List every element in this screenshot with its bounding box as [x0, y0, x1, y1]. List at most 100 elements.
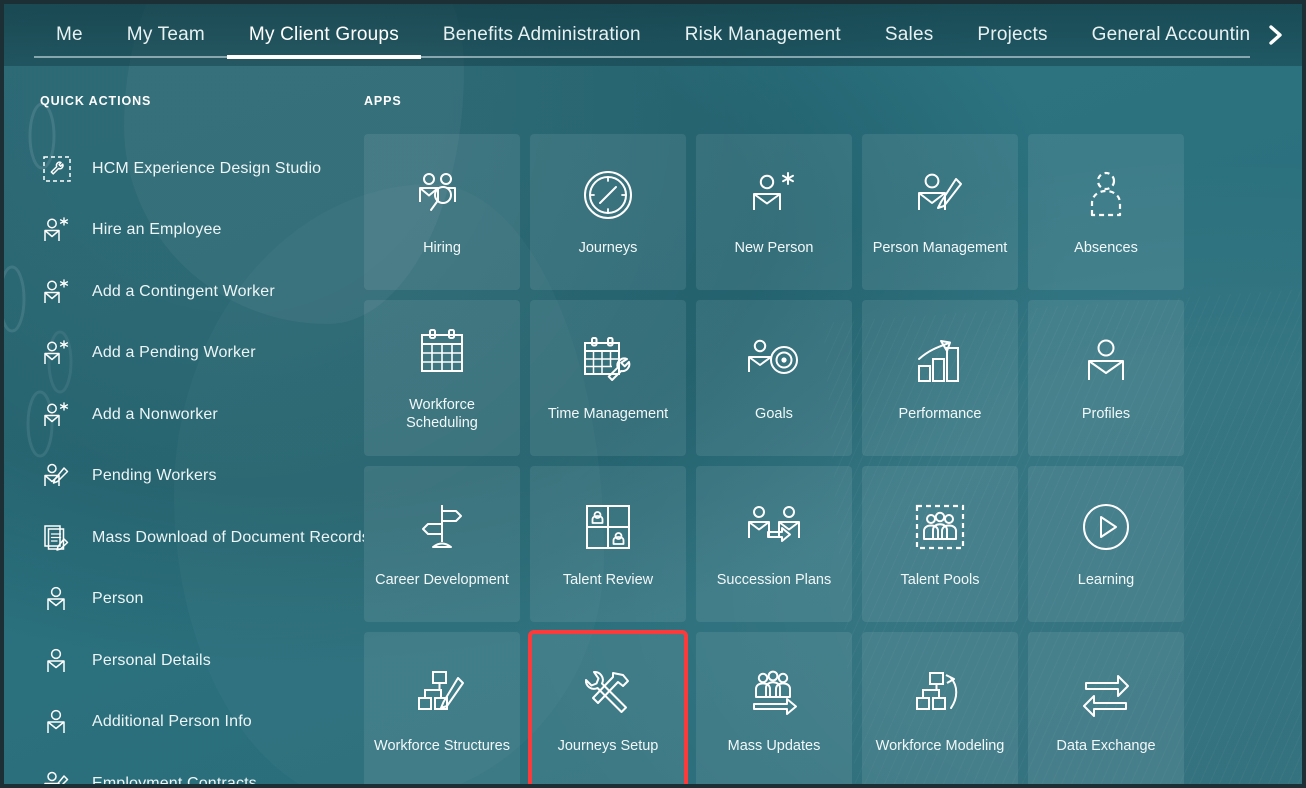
sidebar-item-employment-contracts[interactable]: Employment Contracts: [40, 753, 364, 784]
tab-label: Me: [56, 24, 83, 45]
sidebar-item-hire-an-employee[interactable]: Hire an Employee: [40, 200, 364, 262]
sidebar-item-label: Employment Contracts: [92, 774, 257, 784]
documents-edit-icon: [40, 521, 74, 555]
person-add-icon: [40, 398, 74, 432]
sidebar-item-label: Mass Download of Document Records: [92, 528, 364, 546]
app-tile-mass-updates[interactable]: Mass Updates: [696, 632, 852, 784]
compass-icon: [582, 167, 634, 223]
app-tile-profiles[interactable]: Profiles: [1028, 300, 1184, 456]
app-tile-hiring[interactable]: Hiring: [364, 134, 520, 290]
app-tile-time-management[interactable]: Time Management: [530, 300, 686, 456]
calendar-wrench-icon: [582, 333, 634, 389]
succession-icon: [746, 499, 802, 555]
person-edit-icon: [40, 767, 74, 784]
quick-actions-sidebar: QUICK ACTIONS HCM Experience Design Stud…: [4, 66, 364, 784]
sidebar-item-label: Pending Workers: [92, 467, 217, 485]
app-tile-succession-plans[interactable]: Succession Plans: [696, 466, 852, 622]
app-tile-journeys-setup[interactable]: Journeys Setup: [528, 630, 688, 784]
app-tile-label: Performance: [898, 406, 982, 422]
app-tile-label: Person Management: [872, 240, 1008, 256]
absence-icon: [1084, 167, 1128, 223]
person-icon: [40, 644, 74, 678]
tab-risk-management[interactable]: Risk Management: [662, 4, 864, 66]
app-tile-goals[interactable]: Goals: [696, 300, 852, 456]
tab-label: My Client Groups: [248, 24, 399, 45]
nav-next-button[interactable]: [1250, 4, 1302, 66]
tab-label: Risk Management: [684, 24, 841, 45]
tab-me[interactable]: Me: [34, 4, 105, 66]
app-tile-label: Succession Plans: [716, 572, 832, 588]
play-circle-icon: [1081, 499, 1131, 555]
bar-chart-arrow-icon: [915, 333, 965, 389]
apps-panel: APPS Hiring Journeys New Person Person M…: [364, 66, 1302, 784]
hiring-icon: [415, 167, 469, 223]
app-tile-performance[interactable]: Performance: [862, 300, 1018, 456]
chevron-right-icon: [1269, 25, 1282, 45]
tab-benefits-administration[interactable]: Benefits Administration: [420, 4, 663, 66]
app-tile-label: Learning: [1077, 572, 1135, 588]
tab-my-team[interactable]: My Team: [104, 4, 228, 66]
person-icon: [40, 705, 74, 739]
tab-label: General Accounting: [1091, 24, 1250, 45]
tab-my-client-groups[interactable]: My Client Groups: [226, 4, 421, 66]
app-tile-label: Profiles: [1081, 406, 1131, 422]
app-tile-label: Data Exchange: [1056, 738, 1156, 754]
sidebar-item-label: HCM Experience Design Studio: [92, 159, 322, 177]
person-add-icon: [749, 167, 799, 223]
sidebar-item-person[interactable]: Person: [40, 569, 364, 631]
talent-grid-icon: [584, 499, 632, 555]
app-tile-label: Workforce Structures: [374, 738, 510, 754]
org-edit-icon: [416, 665, 468, 721]
tab-sales[interactable]: Sales: [862, 4, 956, 66]
quick-actions-list: HCM Experience Design Studio Hire an Emp…: [40, 138, 364, 784]
tab-projects[interactable]: Projects: [955, 4, 1070, 66]
sidebar-item-add-a-pending-worker[interactable]: Add a Pending Worker: [40, 323, 364, 385]
person-icon: [40, 582, 74, 616]
design-studio-icon: [40, 152, 74, 186]
app-tile-workforce-modeling[interactable]: Workforce Modeling: [862, 632, 1018, 784]
app-tile-workforce-scheduling[interactable]: Workforce Scheduling: [364, 300, 520, 456]
app-tile-label: Workforce Modeling: [875, 738, 1005, 754]
sidebar-item-label: Additional Person Info: [92, 713, 252, 731]
apps-tile-grid: Hiring Journeys New Person Person Manage…: [364, 134, 1302, 784]
app-tile-journeys[interactable]: Journeys: [530, 134, 686, 290]
quick-actions-title: QUICK ACTIONS: [40, 94, 152, 108]
app-tile-new-person[interactable]: New Person: [696, 134, 852, 290]
sidebar-item-hcm-experience-design-studio[interactable]: HCM Experience Design Studio: [40, 138, 364, 200]
sidebar-item-add-a-nonworker[interactable]: Add a Nonworker: [40, 384, 364, 446]
sidebar-item-personal-details[interactable]: Personal Details: [40, 630, 364, 692]
app-tile-data-exchange[interactable]: Data Exchange: [1028, 632, 1184, 784]
app-tile-workforce-structures[interactable]: Workforce Structures: [364, 632, 520, 784]
person-add-icon: [40, 336, 74, 370]
sidebar-item-add-a-contingent-worker[interactable]: Add a Contingent Worker: [40, 261, 364, 323]
app-tile-talent-review[interactable]: Talent Review: [530, 466, 686, 622]
person-add-icon: [40, 213, 74, 247]
app-tile-career-development[interactable]: Career Development: [364, 466, 520, 622]
app-tile-learning[interactable]: Learning: [1028, 466, 1184, 622]
sidebar-item-label: Personal Details: [92, 651, 211, 669]
app-tile-label: Talent Pools: [900, 572, 980, 588]
sidebar-item-label: Hire an Employee: [92, 221, 222, 239]
navigation-tabs: Me My Team My Client Groups Benefits Adm…: [34, 4, 1250, 66]
data-exchange-icon: [1080, 665, 1132, 721]
app-tile-absences[interactable]: Absences: [1028, 134, 1184, 290]
sidebar-item-label: Add a Nonworker: [92, 405, 218, 423]
page-content: QUICK ACTIONS HCM Experience Design Stud…: [4, 66, 1302, 784]
apps-title: APPS: [364, 94, 402, 108]
tab-label: Benefits Administration: [442, 24, 641, 45]
app-tile-talent-pools[interactable]: Talent Pools: [862, 466, 1018, 622]
app-tile-label: Talent Review: [562, 572, 654, 588]
app-tile-person-management[interactable]: Person Management: [862, 134, 1018, 290]
wrench-hammer-icon: [581, 665, 635, 721]
person-edit-icon: [914, 167, 966, 223]
app-tile-label: Mass Updates: [727, 738, 821, 754]
sidebar-item-mass-download-of-document-records[interactable]: Mass Download of Document Records: [40, 507, 364, 569]
sidebar-item-additional-person-info[interactable]: Additional Person Info: [40, 692, 364, 754]
person-add-icon: [40, 275, 74, 309]
sidebar-item-pending-workers[interactable]: Pending Workers: [40, 446, 364, 508]
app-tile-label: Workforce Scheduling: [406, 397, 478, 431]
tab-label: Projects: [977, 24, 1048, 45]
tab-general-accounting[interactable]: General Accounting: [1069, 4, 1250, 66]
app-tile-label: Hiring: [423, 240, 461, 256]
person-edit-icon: [40, 459, 74, 493]
